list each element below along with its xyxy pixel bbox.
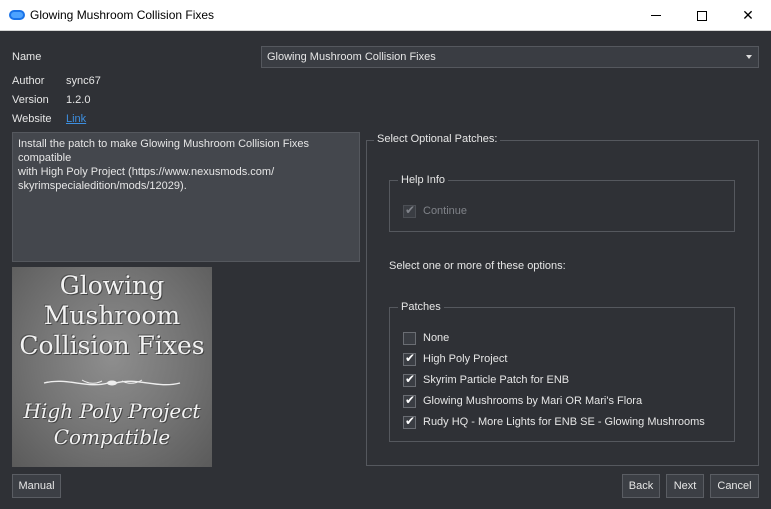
patch-option-rudy[interactable]: ✔ Rudy HQ - More Lights for ENB SE - Glo… bbox=[403, 414, 705, 430]
continue-option: ✔ Continue bbox=[403, 203, 467, 219]
patch-option-label: Glowing Mushrooms by Mari OR Mari's Flor… bbox=[423, 395, 643, 407]
checkmark-icon: ✔ bbox=[405, 371, 416, 386]
name-label: Name bbox=[12, 51, 42, 63]
image-line-5: Compatible bbox=[53, 425, 171, 449]
checkmark-icon: ✔ bbox=[405, 202, 416, 217]
next-button[interactable]: Next bbox=[666, 474, 704, 498]
website-label: Website bbox=[12, 113, 52, 125]
continue-checkbox: ✔ bbox=[403, 202, 416, 218]
continue-label: Continue bbox=[423, 205, 468, 217]
image-line-4: High Poly Project bbox=[23, 399, 201, 423]
cancel-button[interactable]: Cancel bbox=[710, 474, 759, 498]
website-link[interactable]: Link bbox=[66, 113, 86, 125]
minimize-button[interactable] bbox=[633, 0, 679, 31]
checkmark-icon: ✔ bbox=[405, 392, 416, 407]
none-checkbox[interactable] bbox=[403, 331, 416, 345]
back-button[interactable]: Back bbox=[622, 474, 660, 498]
window-title: Glowing Mushroom Collision Fixes bbox=[30, 8, 215, 22]
manual-button[interactable]: Manual bbox=[12, 474, 61, 498]
chevron-down-icon bbox=[746, 55, 752, 59]
checkmark-icon: ✔ bbox=[405, 413, 416, 428]
patches-title: Patches bbox=[398, 301, 444, 313]
flourish-ornament bbox=[43, 379, 181, 386]
maximize-icon bbox=[697, 10, 707, 21]
options-prompt: Select one or more of these options: bbox=[389, 260, 566, 272]
author-label: Author bbox=[12, 75, 45, 87]
description-text: Install the patch to make Glowing Mushro… bbox=[12, 132, 360, 262]
checkmark-icon: ✔ bbox=[405, 350, 416, 365]
high-poly-checkbox[interactable]: ✔ bbox=[403, 350, 416, 366]
name-select[interactable]: Glowing Mushroom Collision Fixes bbox=[261, 46, 759, 68]
mari-checkbox[interactable]: ✔ bbox=[403, 392, 416, 408]
close-button[interactable]: ✕ bbox=[725, 0, 771, 31]
patch-option-label: High Poly Project bbox=[423, 353, 508, 365]
patch-option-label: Skyrim Particle Patch for ENB bbox=[423, 374, 570, 386]
patch-option-label: None bbox=[423, 332, 450, 344]
author-value: sync67 bbox=[66, 75, 101, 87]
patch-option-high-poly[interactable]: ✔ High Poly Project bbox=[403, 351, 507, 367]
title-bar: Glowing Mushroom Collision Fixes ✕ bbox=[0, 0, 771, 31]
version-value: 1.2.0 bbox=[66, 94, 91, 106]
image-line-3: Collision Fixes bbox=[19, 331, 205, 360]
close-icon: ✕ bbox=[742, 7, 754, 23]
rudy-checkbox[interactable]: ✔ bbox=[403, 413, 416, 429]
patch-option-none[interactable]: None bbox=[403, 330, 449, 346]
image-line-2: Mushroom bbox=[43, 301, 181, 330]
minimize-icon bbox=[651, 15, 661, 16]
optional-patches-title: Select Optional Patches: bbox=[374, 133, 501, 145]
particle-checkbox[interactable]: ✔ bbox=[403, 371, 416, 387]
app-icon bbox=[9, 10, 25, 20]
image-line-1: Glowing bbox=[59, 271, 165, 300]
help-info-title: Help Info bbox=[398, 174, 449, 186]
patch-option-mari[interactable]: ✔ Glowing Mushrooms by Mari OR Mari's Fl… bbox=[403, 393, 642, 409]
maximize-button[interactable] bbox=[679, 0, 725, 31]
patch-option-particle[interactable]: ✔ Skyrim Particle Patch for ENB bbox=[403, 372, 569, 388]
name-select-value: Glowing Mushroom Collision Fixes bbox=[267, 51, 436, 63]
patch-option-label: Rudy HQ - More Lights for ENB SE - Glowi… bbox=[423, 416, 705, 428]
mod-preview-image: Glowing Mushroom Collision Fixes High Po… bbox=[12, 267, 212, 467]
version-label: Version bbox=[12, 94, 49, 106]
